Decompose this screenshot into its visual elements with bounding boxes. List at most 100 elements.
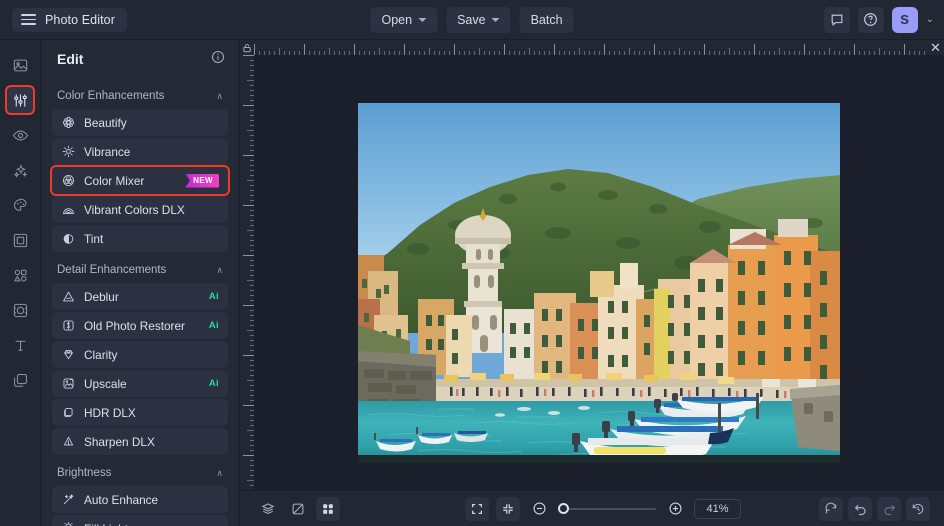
group-header-brightness[interactable]: Brightness∧ [52,460,228,486]
hamburger-icon[interactable] [21,14,36,25]
magic-wand-icon [61,493,75,507]
layers-icon [12,372,29,389]
rail-item-frames[interactable] [7,227,33,253]
panel-item-beautify[interactable]: Beautify [52,109,228,136]
save-button[interactable]: Save [446,7,511,33]
group-header-color-enhancements[interactable]: Color Enhancements∧ [52,83,228,109]
undo-button[interactable] [848,497,872,521]
compare-button[interactable] [286,497,310,521]
zoom-slider[interactable] [558,502,656,516]
history-button[interactable] [906,497,930,521]
rail-item-color[interactable] [7,192,33,218]
ruler-tick [243,205,254,206]
group-header-detail-enhancements[interactable]: Detail Enhancements∧ [52,257,228,283]
panel-item-upscale[interactable]: UpscaleAi [52,370,228,397]
panel-item-old-photo-restorer[interactable]: Old Photo RestorerAi [52,312,228,339]
page-title: Edit [57,51,83,67]
chevron-up-icon[interactable]: ∧ [216,266,223,275]
zoom-slider-handle[interactable] [558,503,569,514]
bottom-toolbar: 41% [240,490,944,526]
question-circle-icon [863,12,878,27]
rail-item-effects[interactable] [7,157,33,183]
panel-item-clarity[interactable]: Clarity [52,341,228,368]
chevron-up-icon[interactable]: ∧ [216,92,223,101]
rail-item-shapes[interactable] [7,262,33,288]
feedback-button[interactable] [824,7,850,33]
sun-burst-icon [61,145,75,159]
ruler-tick [247,330,254,331]
bulb-icon [61,522,75,526]
ruler-tick [243,355,254,356]
collapse-icon [501,502,515,516]
droplet-icon [61,232,75,246]
panel-item-color-mixer[interactable]: Color MixerNEW [52,167,228,194]
info-circle-icon[interactable] [211,50,225,69]
chevron-up-icon[interactable]: ∧ [216,469,223,478]
rail-item-adjust[interactable] [7,87,33,113]
avatar-chevron-down-icon[interactable]: ⌄ [926,14,934,25]
eye-icon [12,127,29,144]
reset-button[interactable] [819,497,843,521]
ruler-tick [243,455,254,456]
account-actions: S ⌄ [824,7,934,33]
triangle-a-icon [61,290,75,304]
image-canvas[interactable] [254,55,944,511]
rail-item-image[interactable] [7,52,33,78]
panel-item-hdr-dlx[interactable]: HDR DLX [52,399,228,426]
minus-circle-icon [532,501,547,516]
avatar[interactable]: S [892,7,918,33]
frame-icon [12,232,29,249]
chevron-down-icon [418,18,426,22]
bottom-left-tools [256,497,340,521]
panel-item-vibrant-colors-dlx[interactable]: Vibrant Colors DLX [52,196,228,223]
canvas-stage: ✕ [240,40,944,526]
open-button[interactable]: Open [370,7,437,33]
zoom-level-value[interactable]: 41% [694,499,741,519]
ruler-tick [247,130,254,131]
ruler-tick [247,430,254,431]
file-actions: Open Save Batch [370,7,573,33]
rail-item-layers[interactable] [7,367,33,393]
ruler-tick [879,48,880,55]
app-menu-button[interactable]: Photo Editor [12,8,127,32]
panel-item-fill-light[interactable]: Fill Light [52,515,228,526]
help-button[interactable] [858,7,884,33]
old-photo-icon [61,319,75,333]
photo-preview[interactable] [358,103,840,463]
grid-view-button[interactable] [316,497,340,521]
ruler-tick [247,380,254,381]
batch-button[interactable]: Batch [520,7,574,33]
edit-panel-groups[interactable]: Color Enhancements∧ Beautify VibranceColor… [41,78,239,526]
panel-item-vibrance[interactable]: Vibrance [52,138,228,165]
ruler-tick [554,44,555,55]
ruler-lock-button[interactable] [240,40,254,55]
fit-to-screen-button[interactable] [465,497,489,521]
redo-button[interactable] [877,497,901,521]
actual-size-button[interactable] [496,497,520,521]
rail-item-text[interactable] [7,332,33,358]
panel-item-label: HDR DLX [84,406,219,420]
panel-item-label: Beautify [84,116,219,130]
panel-item-deblur[interactable]: DeblurAi [52,283,228,310]
rail-item-mask[interactable] [7,297,33,323]
ruler-tick [679,48,680,55]
edit-panel-header: Edit [41,40,239,78]
expand-icon [470,502,484,516]
zoom-in-button[interactable] [663,497,687,521]
layers-panel-button[interactable] [256,497,280,521]
close-ruler-button[interactable]: ✕ [928,40,943,55]
rail-item-retouch[interactable] [7,122,33,148]
ruler-tick [247,80,254,81]
horizontal-ruler[interactable] [254,40,944,55]
sliders-icon [12,92,29,109]
undo-icon [853,501,868,516]
panel-item-label: Sharpen DLX [84,435,219,449]
ruler-tick [604,44,605,55]
mask-icon [12,302,29,319]
zoom-out-button[interactable] [527,497,551,521]
panel-item-tint[interactable]: Tint [52,225,228,252]
panel-item-auto-enhance[interactable]: Auto Enhance [52,486,228,513]
panel-item-label: Clarity [84,348,219,362]
vertical-ruler[interactable] [240,55,254,511]
panel-item-sharpen-dlx[interactable]: Sharpen DLX [52,428,228,455]
